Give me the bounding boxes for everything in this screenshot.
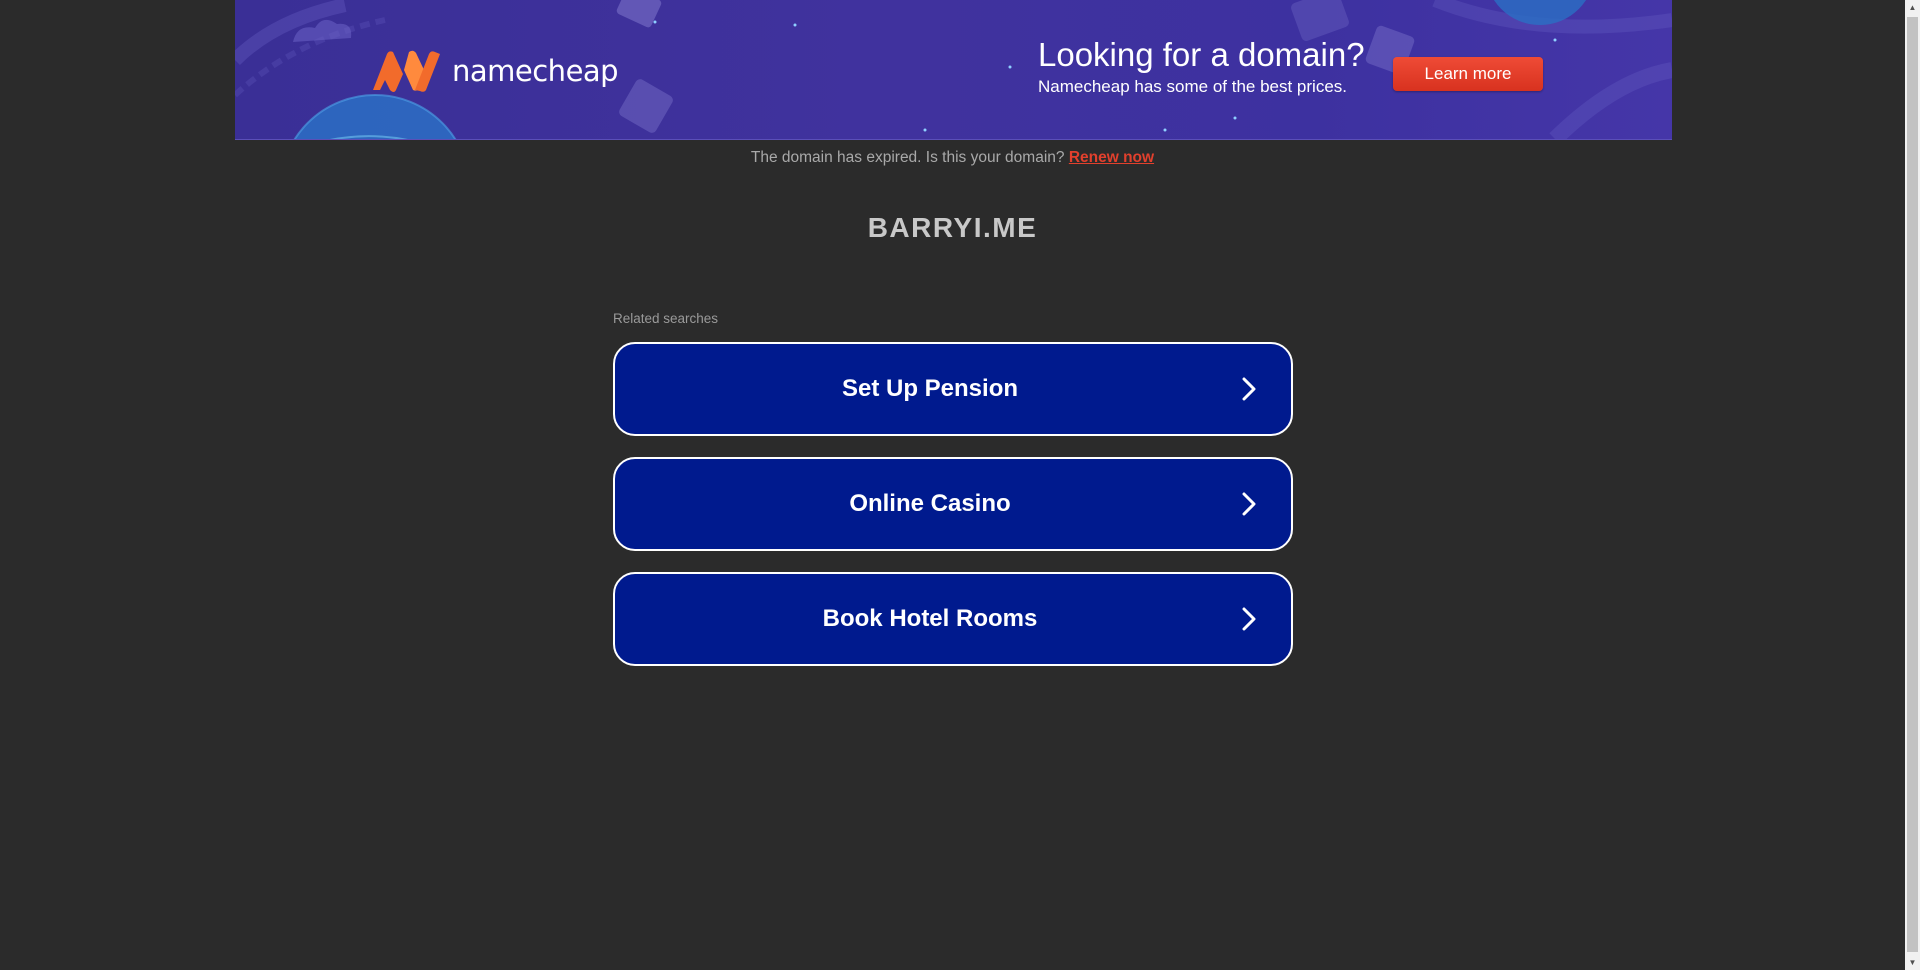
related-search-online-casino[interactable]: Online Casino xyxy=(613,457,1293,551)
related-search-label: Book Hotel Rooms xyxy=(822,605,1038,632)
namecheap-logo[interactable]: namecheap xyxy=(370,50,619,92)
vertical-scrollbar[interactable]: ▲ ▼ xyxy=(1905,0,1920,970)
chevron-right-icon xyxy=(1242,492,1256,516)
related-search-label: Online Casino xyxy=(849,490,1011,517)
namecheap-ad-banner[interactable]: namecheap Looking for a domain? Namechea… xyxy=(235,0,1672,140)
domain-title: BARRYI.ME xyxy=(867,212,1038,243)
learn-more-button[interactable]: Learn more xyxy=(1393,57,1543,91)
scrollbar-thumb[interactable] xyxy=(1907,17,1918,952)
related-searches-label: Related searches xyxy=(613,311,719,326)
promo-text-block: Looking for a domain? Namecheap has some… xyxy=(1038,36,1365,98)
scroll-down-arrow-icon[interactable]: ▼ xyxy=(1905,955,1920,970)
chevron-right-icon xyxy=(1242,377,1256,401)
related-search-book-hotel-rooms[interactable]: Book Hotel Rooms xyxy=(613,572,1293,666)
promo-subtitle: Namecheap has some of the best prices. xyxy=(1038,77,1347,96)
parked-domain-page: namecheap Looking for a domain? Namechea… xyxy=(0,0,1905,970)
chevron-right-icon xyxy=(1242,607,1256,631)
related-searches-list: Set Up Pension Online Casino Book Hotel … xyxy=(613,342,1293,687)
brand-name: namecheap xyxy=(452,54,619,88)
expired-notice-text: The domain has expired. Is this your dom… xyxy=(750,149,1065,166)
renew-now-link[interactable]: Renew now xyxy=(1069,149,1154,166)
scroll-up-arrow-icon[interactable]: ▲ xyxy=(1905,0,1920,15)
promo-title: Looking for a domain? xyxy=(1038,36,1365,73)
related-search-set-up-pension[interactable]: Set Up Pension xyxy=(613,342,1293,436)
expired-notice: The domain has expired. Is this your dom… xyxy=(0,149,1905,167)
namecheap-logo-icon xyxy=(373,50,440,92)
related-search-label: Set Up Pension xyxy=(841,375,1019,402)
